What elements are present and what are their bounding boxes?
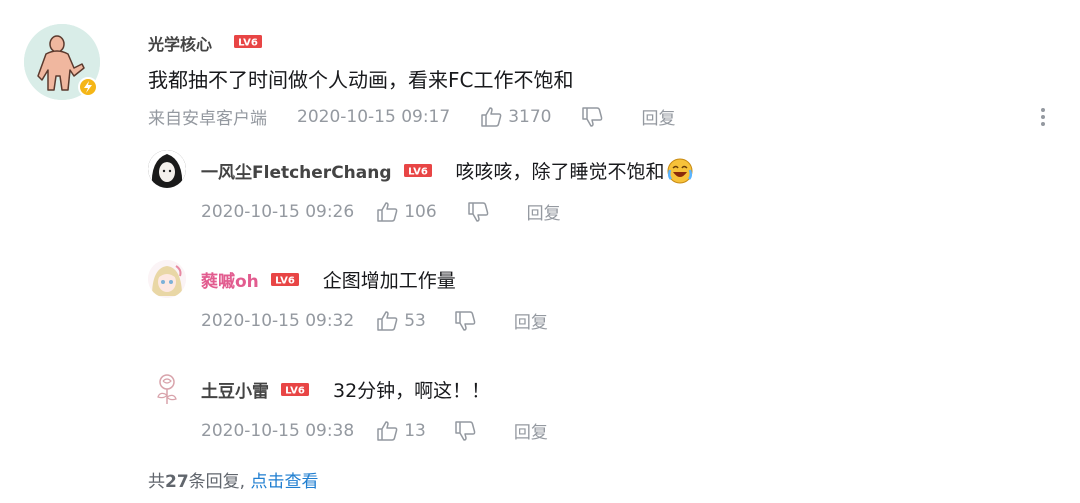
reply-meta: 2020-10-15 09:38 13 回复 (201, 418, 548, 444)
lightning-badge-icon (78, 77, 98, 97)
like-button[interactable] (376, 310, 398, 331)
reply-button[interactable]: 回复 (514, 308, 548, 333)
thumbs-up-icon (377, 420, 398, 441)
comment-thread: 光学核心 LV6 我都抽不了时间做个人动画，看来FC工作不饱和 来自安卓客户端 … (0, 0, 1080, 503)
footer-suffix: 条回复, (188, 472, 246, 492)
like-button[interactable] (480, 106, 502, 127)
thumbs-down-icon (455, 310, 476, 331)
thumbs-down-icon (467, 201, 488, 222)
thumbs-down-icon (455, 420, 476, 441)
level-badge-icon: LV6 (403, 164, 432, 178)
reply-line: 土豆小雷 LV6 32分钟，啊这！！ (201, 376, 490, 403)
anime-character-avatar (148, 150, 186, 188)
reply-avatar[interactable] (148, 260, 186, 298)
reply-username[interactable]: 一风尘FletcherChang (201, 158, 392, 183)
view-replies-link[interactable]: 点击查看 (250, 472, 318, 492)
svg-text:LV6: LV6 (285, 386, 305, 397)
anime-girl-avatar (148, 260, 186, 298)
like-count: 106 (404, 201, 437, 222)
footer-prefix: 共 (148, 472, 165, 492)
timestamp: 2020-10-15 09:26 (201, 201, 355, 222)
like-button[interactable] (376, 201, 398, 222)
reply-text: 咳咳咳，除了睡觉不饱和 (455, 161, 665, 183)
timestamp: 2020-10-15 09:32 (201, 310, 355, 331)
thumbs-up-icon (377, 310, 398, 331)
reply-username[interactable]: 土豆小雷 (201, 377, 269, 402)
timestamp: 2020-10-15 09:38 (201, 420, 355, 441)
rose-avatar (148, 369, 186, 407)
reply-meta: 2020-10-15 09:32 53 回复 (201, 308, 548, 334)
comment-meta: 来自安卓客户端 2020-10-15 09:17 3170 回复 (148, 104, 675, 130)
more-options-icon[interactable] (1038, 106, 1048, 128)
level-badge-icon: LV6 (281, 383, 309, 396)
reply-count: 27 (165, 472, 189, 492)
thumbs-up-icon (377, 201, 398, 222)
reply-button[interactable]: 回复 (514, 418, 548, 443)
dislike-button[interactable] (454, 420, 476, 441)
source-label: 来自安卓客户端 (148, 109, 267, 129)
comment-text: 我都抽不了时间做个人动画，看来FC工作不饱和 (148, 68, 574, 92)
level-badge-icon: LV6 (234, 35, 262, 48)
more-replies-footer: 共27条回复, 点击查看 (148, 467, 318, 492)
reply-button[interactable]: 回复 (641, 104, 675, 129)
timestamp: 2020-10-15 09:17 (297, 106, 451, 127)
like-count: 13 (404, 420, 426, 441)
reply-line: 蕤嘁oh LV6 企图增加工作量 (201, 266, 456, 293)
reply-avatar[interactable] (148, 369, 186, 407)
reply-avatar[interactable] (148, 150, 186, 188)
svg-text:LV6: LV6 (408, 167, 428, 178)
reply-meta: 2020-10-15 09:26 106 回复 (201, 199, 561, 225)
dislike-button[interactable] (581, 106, 603, 127)
like-count: 3170 (508, 106, 552, 127)
dislike-button[interactable] (467, 201, 489, 222)
reply-line: 一风尘FletcherChang LV6 咳咳咳，除了睡觉不饱和 (201, 157, 693, 184)
thumbs-down-icon (582, 106, 603, 127)
like-button[interactable] (376, 420, 398, 441)
reply-button[interactable]: 回复 (527, 199, 561, 224)
svg-text:LV6: LV6 (275, 276, 295, 287)
like-count: 53 (404, 310, 426, 331)
svg-text:LV6: LV6 (238, 38, 258, 49)
reply-text: 32分钟，啊这！！ (333, 380, 491, 402)
thumbs-up-icon (481, 106, 502, 127)
laughing-crying-emoji-icon (667, 158, 693, 183)
username[interactable]: 光学核心 (148, 31, 212, 55)
level-badge-icon: LV6 (270, 273, 299, 287)
reply-text: 企图增加工作量 (322, 270, 456, 292)
reply-username[interactable]: 蕤嘁oh (201, 267, 259, 292)
dislike-button[interactable] (454, 310, 476, 331)
